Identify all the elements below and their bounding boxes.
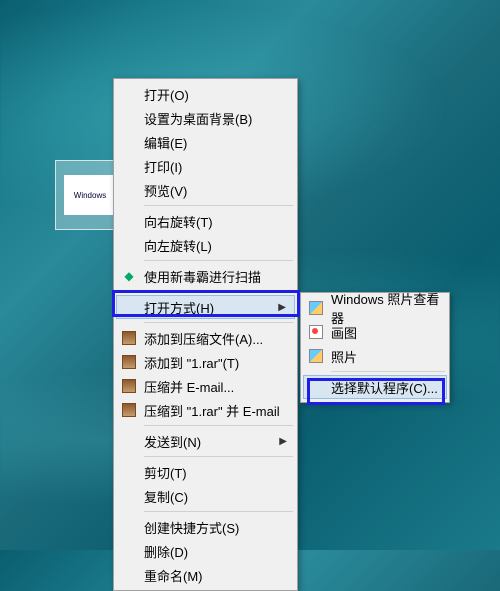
menu-scan-label: 使用新毒霸进行扫描 xyxy=(144,267,261,286)
archive-icon xyxy=(121,402,137,418)
menu-set-wallpaper-label: 设置为桌面背景(B) xyxy=(144,109,252,128)
menu-scan[interactable]: ◆ 使用新毒霸进行扫描 xyxy=(116,264,295,288)
context-menu: 打开(O) 设置为桌面背景(B) 编辑(E) 打印(I) 预览(V) 向右旋转(… xyxy=(113,78,298,591)
menu-set-wallpaper[interactable]: 设置为桌面背景(B) xyxy=(116,106,295,130)
menu-rotate-right-label: 向右旋转(T) xyxy=(144,212,213,231)
menu-create-shortcut[interactable]: 创建快捷方式(S) xyxy=(116,515,295,539)
submenu-paint[interactable]: 画图 xyxy=(303,320,447,344)
submenu-paint-label: 画图 xyxy=(331,323,357,342)
menu-delete[interactable]: 删除(D) xyxy=(116,539,295,563)
menu-edit[interactable]: 编辑(E) xyxy=(116,130,295,154)
menu-compress-email[interactable]: 压缩并 E-mail... xyxy=(116,374,295,398)
menu-print-label: 打印(I) xyxy=(144,157,182,176)
separator xyxy=(144,425,293,426)
menu-compress-rar-email[interactable]: 压缩到 "1.rar" 并 E-mail xyxy=(116,398,295,422)
menu-cut[interactable]: 剪切(T) xyxy=(116,460,295,484)
menu-compress-email-label: 压缩并 E-mail... xyxy=(144,377,234,396)
separator xyxy=(144,260,293,261)
menu-send-to[interactable]: 发送到(N) ▶ xyxy=(116,429,295,453)
submenu-photos[interactable]: 照片 xyxy=(303,344,447,368)
submenu-choose-default[interactable]: 选择默认程序(C)... xyxy=(303,375,447,399)
menu-rename-label: 重命名(M) xyxy=(144,566,203,585)
menu-rotate-left[interactable]: 向左旋转(L) xyxy=(116,233,295,257)
menu-send-to-label: 发送到(N) xyxy=(144,432,201,451)
separator xyxy=(144,205,293,206)
menu-add-to-archive[interactable]: 添加到压缩文件(A)... xyxy=(116,326,295,350)
submenu-photo-viewer[interactable]: Windows 照片查看器 xyxy=(303,296,447,320)
menu-delete-label: 删除(D) xyxy=(144,542,188,561)
submenu-choose-default-label: 选择默认程序(C)... xyxy=(331,378,438,397)
desktop-file-thumbnail: Windows xyxy=(64,175,116,215)
menu-rename[interactable]: 重命名(M) xyxy=(116,563,295,587)
archive-icon xyxy=(121,330,137,346)
photos-icon xyxy=(308,348,324,364)
menu-add-to-rar-label: 添加到 "1.rar"(T) xyxy=(144,353,239,372)
archive-icon xyxy=(121,378,137,394)
submenu-arrow-icon: ▶ xyxy=(278,302,286,313)
menu-rotate-right[interactable]: 向右旋转(T) xyxy=(116,209,295,233)
menu-copy[interactable]: 复制(C) xyxy=(116,484,295,508)
open-with-submenu: Windows 照片查看器 画图 照片 选择默认程序(C)... xyxy=(300,292,450,403)
menu-preview[interactable]: 预览(V) xyxy=(116,178,295,202)
submenu-arrow-icon: ▶ xyxy=(279,436,287,447)
paint-icon xyxy=(308,324,324,340)
menu-compress-rar-email-label: 压缩到 "1.rar" 并 E-mail xyxy=(144,401,280,420)
menu-open-with-label: 打开方式(H) xyxy=(144,298,214,317)
menu-open-with[interactable]: 打开方式(H) ▶ xyxy=(116,295,295,319)
submenu-photos-label: 照片 xyxy=(331,347,357,366)
separator xyxy=(144,322,293,323)
menu-open[interactable]: 打开(O) xyxy=(116,82,295,106)
separator xyxy=(144,511,293,512)
menu-cut-label: 剪切(T) xyxy=(144,463,187,482)
photo-viewer-icon xyxy=(308,300,324,316)
archive-icon xyxy=(121,354,137,370)
menu-add-to-rar[interactable]: 添加到 "1.rar"(T) xyxy=(116,350,295,374)
shield-icon: ◆ xyxy=(121,268,137,284)
separator xyxy=(144,456,293,457)
menu-print[interactable]: 打印(I) xyxy=(116,154,295,178)
menu-preview-label: 预览(V) xyxy=(144,181,187,200)
menu-create-shortcut-label: 创建快捷方式(S) xyxy=(144,518,239,537)
menu-copy-label: 复制(C) xyxy=(144,487,188,506)
menu-edit-label: 编辑(E) xyxy=(144,133,187,152)
separator xyxy=(144,291,293,292)
menu-add-to-archive-label: 添加到压缩文件(A)... xyxy=(144,329,263,348)
menu-open-label: 打开(O) xyxy=(144,85,189,104)
separator xyxy=(331,371,445,372)
menu-rotate-left-label: 向左旋转(L) xyxy=(144,236,212,255)
